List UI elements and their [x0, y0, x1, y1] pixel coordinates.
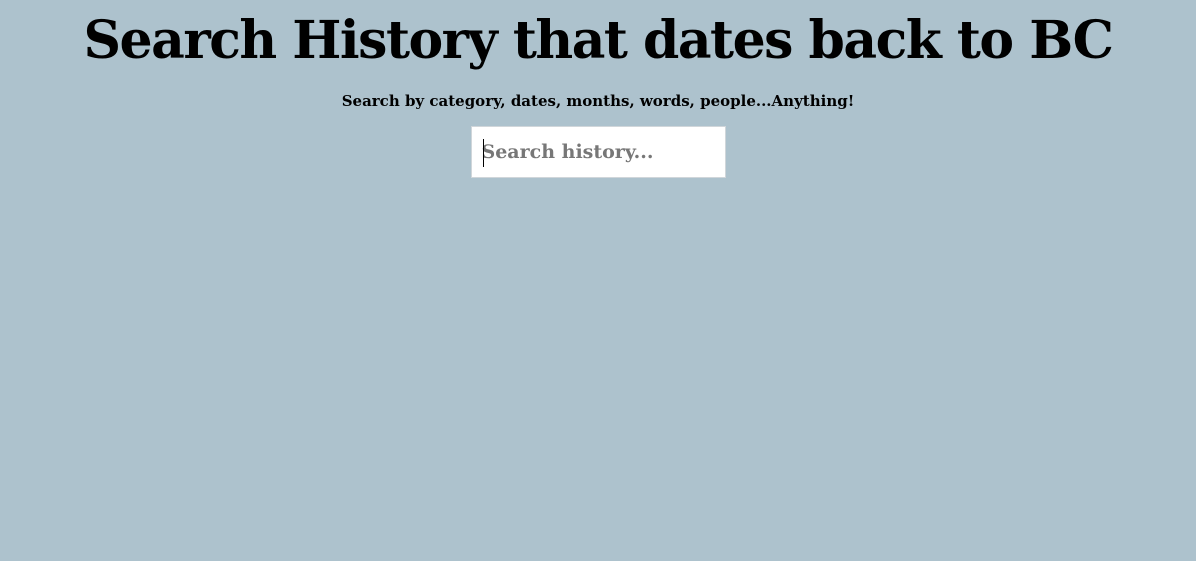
page-root: Search History that dates back to BC Sea… — [0, 0, 1196, 561]
search-input[interactable] — [481, 127, 725, 177]
text-caret — [482, 139, 484, 167]
search-box[interactable] — [470, 126, 726, 178]
page-title: Search History that dates back to BC — [83, 10, 1114, 71]
page-subtitle: Search by category, dates, months, words… — [341, 92, 855, 110]
